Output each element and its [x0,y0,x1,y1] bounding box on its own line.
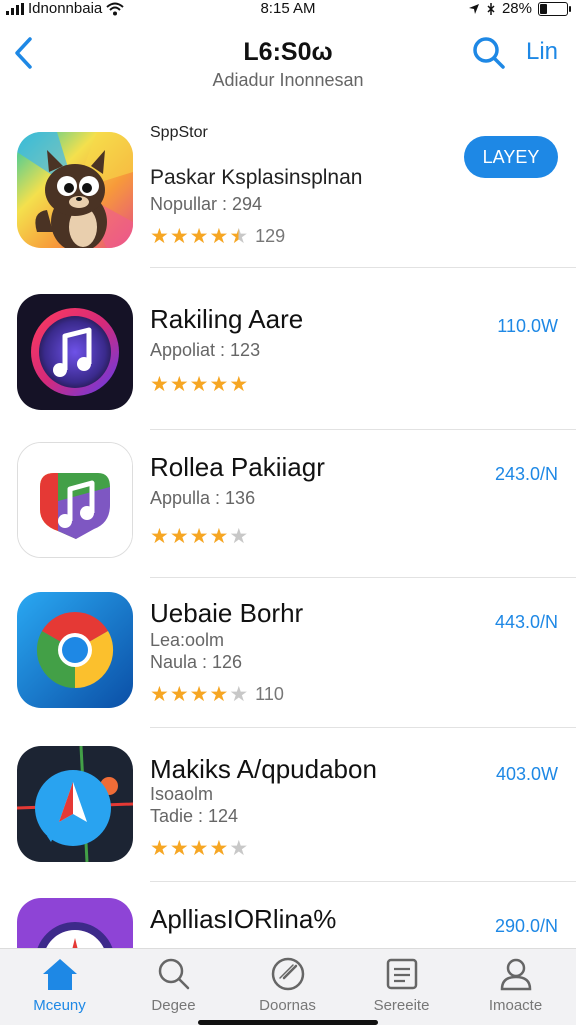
person-icon [500,958,531,991]
star-filled-icon: ★ [169,683,189,706]
star-filled-icon: ★ [189,225,209,248]
star-filled-icon: ★ [209,373,229,396]
battery-icon [538,1,571,16]
star-rating: ★ ★ ★ ★ ★ [150,524,248,549]
tab-list[interactable]: Sereeite [344,955,459,1014]
rating-count: 129 [255,226,286,246]
star-filled-icon: ★ [189,525,209,548]
star-filled-icon: ★ [189,373,209,396]
star-filled-icon: ★ [169,373,189,396]
tab-label: Sereeite [373,997,430,1014]
divider [150,727,576,728]
battery-percent: 28% [501,0,532,17]
app-detail: Tadie : 124 [150,806,239,826]
list-item[interactable]: Uebaie Borhr Lea:oolm Naula : 126 ★ ★ ★ ★ ★ 1… [0,580,576,728]
app-price[interactable]: 290.0/N [495,916,558,937]
star-empty-icon: ★ [229,683,249,706]
list-item[interactable]: Makiks A/qpudabon Isoaolm Tadie : 124 ★ ★… [0,734,576,882]
app-subtitle: Nopullar : 294 [150,194,263,214]
star-filled-icon: ★ [209,837,229,860]
get-button[interactable]: LAYEY [464,136,558,178]
music-note-app-icon [17,442,133,558]
status-right: 28% [468,0,571,17]
star-filled-icon: ★ [189,837,209,860]
rating-count: 110 [255,684,284,704]
tab-label: Mceuny [33,997,86,1014]
star-filled-icon: ★ [229,373,249,396]
tab-profile[interactable]: Imoacte [458,955,573,1014]
app-subtitle: Appulla : 136 [150,488,256,508]
app-price[interactable]: 243.0/N [495,464,558,485]
app-subtitle: Appoliat : 123 [150,340,261,360]
list-item[interactable]: SppStor Paskar Ksplasinsplnan Nopullar :… [0,120,576,268]
app-price[interactable]: 443.0/N [495,612,558,633]
star-filled-icon: ★ [209,525,229,548]
app-title: Uebaie Borhr [150,598,304,628]
tab-bar: Mceuny Degee Doornas Sereeite Imoacte [0,948,576,1025]
star-half-icon: ★ [229,225,249,248]
app-icon-mascot [17,132,133,248]
app-detail: Naula : 126 [150,652,243,672]
app-icon-purple [17,898,133,948]
star-filled-icon: ★ [209,683,229,706]
star-filled-icon: ★ [169,225,189,248]
app-price[interactable]: 403.0W [496,764,558,785]
divider [150,267,576,268]
compass-icon [271,957,304,991]
star-filled-icon: ★ [169,837,189,860]
star-filled-icon: ★ [209,225,229,248]
star-filled-icon: ★ [189,683,209,706]
app-brand: SppStor [150,124,208,141]
app-title: Makiks A/qpudabon [150,754,377,784]
home-icon [42,959,77,990]
star-rating: ★ ★ ★ ★ ★ [150,836,248,861]
star-empty-icon: ★ [229,837,249,860]
star-rating: ★ ★ ★ ★ ★ [150,372,248,397]
star-filled-icon: ★ [169,525,189,548]
alarm-icon [487,2,495,15]
tab-label: Degee [151,997,196,1014]
star-filled-icon: ★ [150,373,169,396]
app-title: Rakiling Aare [150,304,304,334]
star-rating: ★ ★ ★ ★ ★ 129 [150,224,285,249]
list-item[interactable]: Rakiling Aare Appoliat : 123 ★ ★ ★ ★ ★ 110.0… [0,282,576,430]
app-title: Rollea Pakiiagr [150,452,325,482]
navigation-bar: L6:S0ω Adiadur Inonnesan Lin [0,24,576,104]
divider [150,881,576,882]
star-filled-icon: ★ [150,525,169,548]
tab-label: Imoacte [488,997,543,1014]
star-rating: ★ ★ ★ ★ ★ 110 [150,682,284,707]
star-filled-icon: ★ [150,837,169,860]
tab-home[interactable]: Mceuny [2,955,117,1014]
tab-search[interactable]: Degee [116,955,231,1014]
list-icon [386,958,417,990]
search-icon [158,958,189,990]
divider [150,577,576,578]
app-subtitle: Lea:oolm [150,630,225,650]
app-title: AplliasIORlina% [150,904,337,934]
app-price[interactable]: 110.0W [497,316,558,337]
location-icon [468,3,479,14]
app-title: Paskar Ksplasinsplnan [150,166,363,189]
search-icon [473,37,505,69]
home-indicator [198,1020,378,1025]
app-subtitle: Isoaolm [150,784,214,804]
list-item[interactable]: AplliasIORlina% 290.0/N [0,886,576,948]
music-app-icon [17,294,133,410]
tab-label: Doornas [259,997,316,1014]
star-empty-icon: ★ [229,525,249,548]
star-filled-icon: ★ [150,683,169,706]
status-bar: Idnonnbaia 8:15 AM 28% [0,0,576,20]
search-button[interactable] [472,36,506,75]
compass-app-icon [17,746,133,862]
tab-explore[interactable]: Doornas [230,955,345,1014]
star-filled-icon: ★ [150,225,169,248]
nav-link[interactable]: Lin [526,38,558,66]
browser-app-icon [17,592,133,708]
list-item[interactable]: Rollea Pakiiagr Appulla : 136 ★ ★ ★ ★ ★ 243.… [0,430,576,578]
